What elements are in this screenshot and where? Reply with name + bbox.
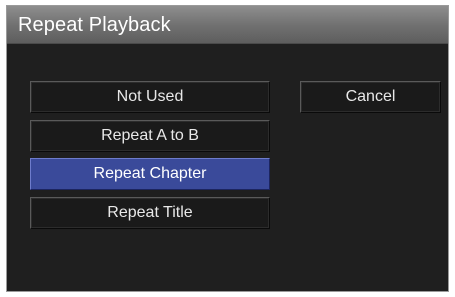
repeat-title-button[interactable]: Repeat Title (30, 197, 270, 229)
cancel-button[interactable]: Cancel (300, 81, 441, 113)
not-used-button[interactable]: Not Used (30, 81, 270, 113)
repeat-a-to-b-button[interactable]: Repeat A to B (30, 120, 270, 152)
repeat-chapter-button[interactable]: Repeat Chapter (30, 158, 270, 190)
dialog-titlebar: Repeat Playback (7, 6, 448, 44)
repeat-playback-dialog: Repeat Playback Not Used Repeat A to B R… (6, 5, 449, 292)
dialog-title: Repeat Playback (18, 14, 171, 36)
